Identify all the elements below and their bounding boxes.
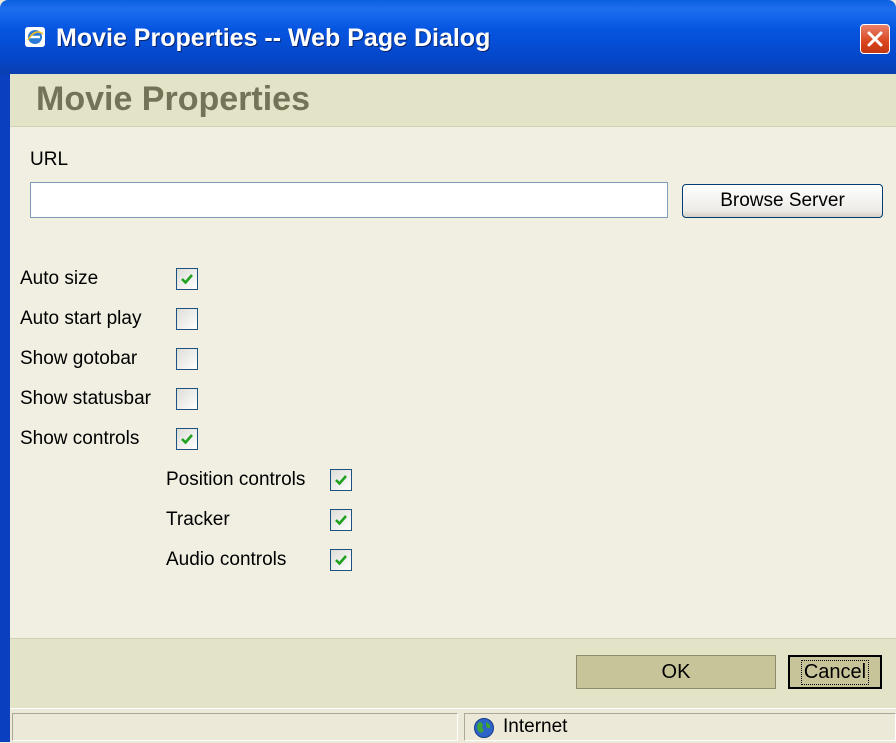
option-label-tracker: Tracker [166, 509, 230, 530]
browse-server-button[interactable]: Browse Server [682, 184, 883, 218]
checkbox-auto-start-play[interactable] [176, 308, 198, 330]
checkbox-audio-controls[interactable] [330, 549, 352, 571]
window-title: Movie Properties -- Web Page Dialog [56, 24, 491, 52]
dialog-body: Movie Properties URL Browse Server Auto … [10, 74, 896, 743]
close-icon [867, 31, 883, 47]
checkbox-show-statusbar[interactable] [176, 388, 198, 410]
url-label: URL [30, 149, 69, 170]
ok-button[interactable]: OK [576, 655, 776, 689]
option-label-audio-controls: Audio controls [166, 549, 287, 570]
checkbox-show-controls[interactable] [176, 428, 198, 450]
checkmark-icon [335, 515, 347, 526]
dialog-footer: OK Cancel [10, 638, 896, 709]
checkbox-auto-size[interactable] [176, 268, 198, 290]
ie-icon [25, 27, 45, 47]
checkbox-position-controls[interactable] [330, 469, 352, 491]
option-label-auto-size: Auto size [20, 268, 99, 289]
option-label-position-controls: Position controls [166, 469, 306, 490]
close-button[interactable] [860, 24, 890, 54]
security-zone-label: Internet [503, 716, 568, 737]
checkmark-icon [181, 434, 193, 445]
status-bar: Internet [10, 708, 896, 743]
option-label-show-gotobar: Show gotobar [20, 348, 138, 369]
option-label-auto-start-play: Auto start play [20, 308, 142, 329]
dialog-heading: Movie Properties [36, 80, 310, 118]
status-pane [12, 713, 458, 741]
globe-icon [474, 718, 494, 738]
window-frame-left [0, 74, 10, 742]
checkbox-show-gotobar[interactable] [176, 348, 198, 370]
cancel-button-label: Cancel [800, 659, 870, 685]
option-label-show-statusbar: Show statusbar [20, 388, 151, 409]
url-input[interactable] [30, 182, 668, 218]
title-bar[interactable]: Movie Properties -- Web Page Dialog [0, 0, 896, 74]
checkmark-icon [335, 555, 347, 566]
cancel-button[interactable]: Cancel [788, 655, 882, 689]
checkmark-icon [335, 475, 347, 486]
option-label-show-controls: Show controls [20, 428, 140, 449]
security-zone-pane: Internet [464, 713, 896, 741]
checkmark-icon [181, 274, 193, 285]
checkbox-tracker[interactable] [330, 509, 352, 531]
dialog-header: Movie Properties [10, 74, 896, 127]
